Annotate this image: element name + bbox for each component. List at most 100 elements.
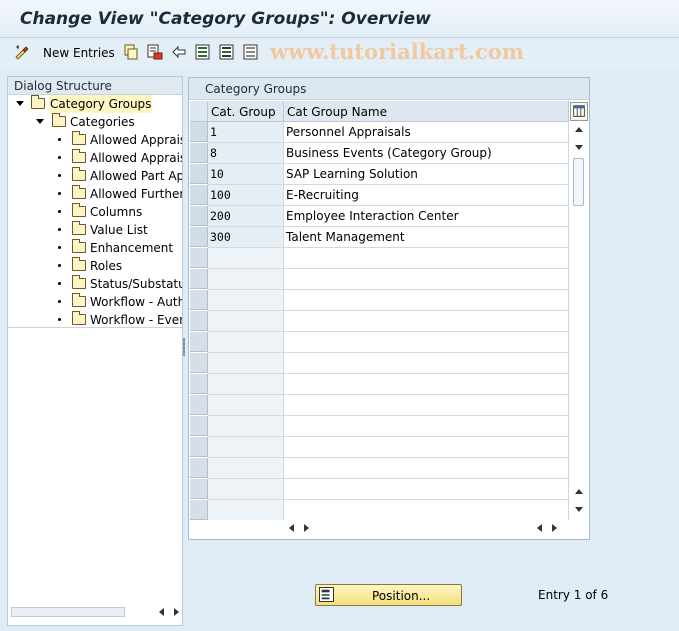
copy-icon[interactable] [123,44,139,60]
table-row[interactable] [189,332,569,353]
cell-cat-group-name[interactable] [284,500,569,520]
cell-cat-group-name[interactable] [284,311,569,332]
row-selector[interactable] [190,164,208,184]
row-selector[interactable] [190,437,208,457]
table-row[interactable] [189,479,569,500]
cell-cat-group[interactable]: 300 [208,227,284,248]
cell-cat-group[interactable] [208,416,284,437]
cell-cat-group-name[interactable] [284,395,569,416]
tree-item-allowed-further-participants[interactable]: Allowed Further I [8,185,182,203]
row-selector[interactable] [190,353,208,373]
tree-item-workflow-event[interactable]: Workflow - Event [8,311,182,327]
table-horizontal-scrollbar[interactable] [285,521,570,537]
tree-item-status-substatus[interactable]: Status/Substatus [8,275,182,293]
deselect-all-icon[interactable] [243,44,259,60]
tree-item-category-groups[interactable]: Category Groups [8,95,182,113]
cell-cat-group[interactable] [208,311,284,332]
table-row[interactable]: 1 Personnel Appraisals [189,122,569,143]
scroll-up-icon[interactable] [575,127,583,132]
tree-item-allowed-appraisers[interactable]: Allowed Appraise [8,131,182,149]
table-row[interactable] [189,353,569,374]
table-row[interactable] [189,269,569,290]
table-row[interactable] [189,437,569,458]
row-selector[interactable] [190,416,208,436]
cell-cat-group-name[interactable]: Talent Management [284,227,569,248]
delete-icon[interactable] [147,44,163,60]
position-button[interactable]: Position... [315,584,462,606]
cell-cat-group[interactable]: 200 [208,206,284,227]
cell-cat-group-name[interactable] [284,269,569,290]
table-row[interactable] [189,395,569,416]
table-row[interactable] [189,416,569,437]
cell-cat-group[interactable] [208,353,284,374]
scroll-left-end-icon[interactable] [537,524,542,532]
cell-cat-group[interactable] [208,479,284,500]
scroll-right-icon[interactable] [304,524,309,532]
row-selector[interactable] [190,143,208,163]
table-row[interactable]: 10 SAP Learning Solution [189,164,569,185]
table-row[interactable] [189,311,569,332]
row-selector[interactable] [190,227,208,247]
cell-cat-group[interactable] [208,395,284,416]
scrollbar-track[interactable] [11,607,125,617]
row-selector[interactable] [190,500,208,520]
cell-cat-group-name[interactable] [284,353,569,374]
table-row[interactable]: 100 E-Recruiting [189,185,569,206]
select-block-icon[interactable] [219,44,235,60]
row-selector[interactable] [190,206,208,226]
table-row[interactable] [189,374,569,395]
edit-glasses-icon[interactable] [14,44,30,60]
scroll-right-end-icon[interactable] [552,524,557,532]
cell-cat-group[interactable]: 100 [208,185,284,206]
panel-splitter-handle[interactable] [183,338,185,356]
cell-cat-group-name[interactable] [284,290,569,311]
row-selector[interactable] [190,311,208,331]
scroll-down-icon[interactable] [575,507,583,512]
row-selector[interactable] [190,458,208,478]
row-selector[interactable] [190,185,208,205]
cell-cat-group[interactable] [208,332,284,353]
tree-item-allowed-part-appraisers[interactable]: Allowed Part App [8,167,182,185]
row-selector[interactable] [190,122,208,142]
cell-cat-group[interactable] [208,248,284,269]
tree-item-allowed-appraisees[interactable]: Allowed Appraise [8,149,182,167]
cell-cat-group-name[interactable]: Employee Interaction Center [284,206,569,227]
undo-icon[interactable] [171,44,187,60]
cell-cat-group[interactable] [208,500,284,520]
cell-cat-group[interactable] [208,269,284,290]
row-selector[interactable] [190,395,208,415]
scrollbar-thumb[interactable] [573,158,584,206]
cell-cat-group-name[interactable]: Business Events (Category Group) [284,143,569,164]
row-selector[interactable] [190,248,208,268]
cell-cat-group[interactable] [208,458,284,479]
page-down-icon[interactable] [575,145,583,150]
cell-cat-group[interactable] [208,374,284,395]
cell-cat-group-name[interactable] [284,332,569,353]
column-header-cat-group-name[interactable]: Cat Group Name [284,101,569,122]
table-settings-icon[interactable] [570,102,588,121]
tree-item-enhancement[interactable]: Enhancement [8,239,182,257]
column-header-cat-group[interactable]: Cat. Group [208,101,284,122]
cell-cat-group[interactable] [208,437,284,458]
table-row[interactable]: 200 Employee Interaction Center [189,206,569,227]
tree-item-workflow-authorization[interactable]: Workflow - Autho [8,293,182,311]
row-selector[interactable] [190,479,208,499]
table-row[interactable] [189,248,569,269]
cell-cat-group-name[interactable] [284,374,569,395]
select-all-rows-cell[interactable] [190,101,208,122]
scroll-left-icon[interactable] [159,608,164,616]
row-selector[interactable] [190,374,208,394]
table-vertical-scrollbar[interactable] [570,122,588,520]
scroll-right-icon[interactable] [174,608,179,616]
cell-cat-group-name[interactable] [284,479,569,500]
scroll-left-icon[interactable] [289,524,294,532]
cell-cat-group-name[interactable]: SAP Learning Solution [284,164,569,185]
cell-cat-group-name[interactable] [284,437,569,458]
tree-item-roles[interactable]: Roles [8,257,182,275]
cell-cat-group-name[interactable] [284,416,569,437]
row-selector[interactable] [190,332,208,352]
page-up-icon[interactable] [575,489,583,494]
tree-item-columns[interactable]: Columns [8,203,182,221]
cell-cat-group[interactable]: 1 [208,122,284,143]
cell-cat-group-name[interactable]: E-Recruiting [284,185,569,206]
